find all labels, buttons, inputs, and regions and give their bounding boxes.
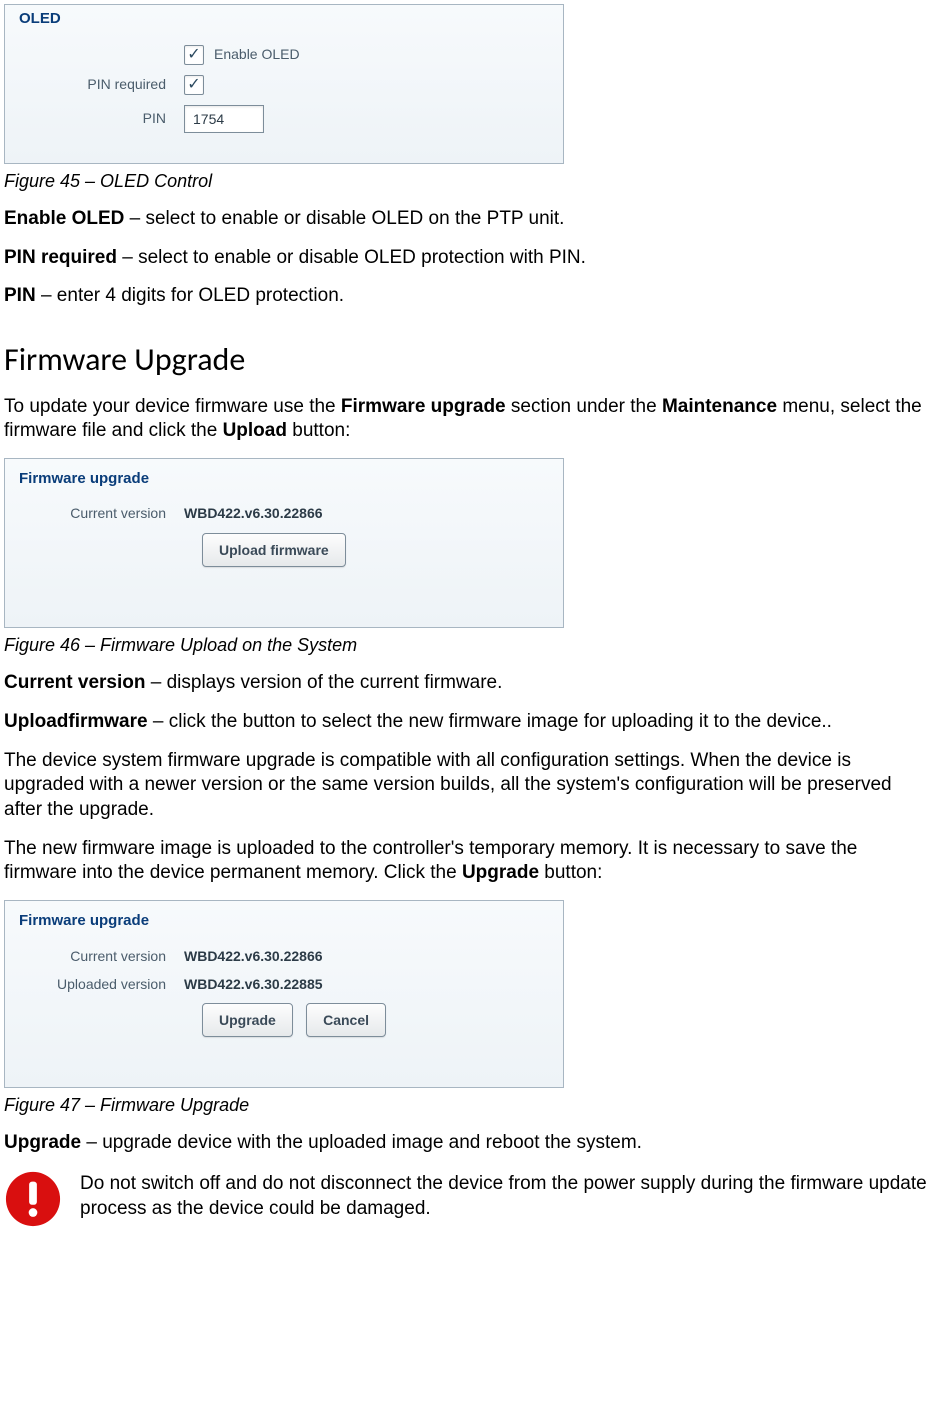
uploaded-version-label: Uploaded version (19, 975, 184, 993)
checkmark-icon: ✓ (187, 77, 200, 93)
upload-firmware-desc: Uploadfirmware – click the button to sel… (4, 710, 933, 735)
uploaded-version-row: Uploaded version WBD422.v6.30.22885 (19, 975, 549, 993)
current-version-row-2: Current version WBD422.v6.30.22866 (19, 947, 549, 965)
oled-panel: OLED ✓ Enable OLED PIN required ✓ PIN (4, 4, 564, 164)
current-version-value-2: WBD422.v6.30.22866 (184, 947, 323, 965)
oled-panel-title: OLED (19, 9, 549, 29)
firmware-upgrade-title: Firmware upgrade (19, 911, 549, 931)
pin-required-row: PIN required ✓ (19, 75, 549, 95)
current-version-row: Current version WBD422.v6.30.22866 (19, 504, 549, 522)
warning-text: Do not switch off and do not disconnect … (80, 1170, 933, 1221)
pin-row: PIN (19, 105, 549, 133)
pin-label: PIN (19, 109, 184, 127)
figure-45-caption: Figure 45 – OLED Control (4, 170, 933, 193)
enable-oled-desc: Enable OLED – select to enable or disabl… (4, 207, 933, 232)
firmware-upload-panel: Firmware upgrade Current version WBD422.… (4, 458, 564, 628)
firmware-upgrade-heading: Firmware Upgrade (4, 339, 933, 381)
figure-46-caption: Figure 46 – Firmware Upload on the Syste… (4, 634, 933, 657)
current-version-label-2: Current version (19, 947, 184, 965)
newimg-desc: The new firmware image is uploaded to th… (4, 837, 933, 886)
pin-input[interactable] (184, 105, 264, 133)
pin-desc: PIN – enter 4 digits for OLED protection… (4, 284, 933, 309)
pin-required-checkbox[interactable]: ✓ (184, 75, 204, 95)
warning-row: Do not switch off and do not disconnect … (4, 1170, 933, 1228)
upgrade-desc: Upgrade – upgrade device with the upload… (4, 1131, 933, 1156)
firmware-upgrade-panel: Firmware upgrade Current version WBD422.… (4, 900, 564, 1088)
upload-firmware-button[interactable]: Upload firmware (202, 533, 346, 567)
current-version-value: WBD422.v6.30.22866 (184, 504, 323, 522)
enable-oled-label: Enable OLED (214, 45, 300, 63)
current-version-desc: Current version – displays version of th… (4, 671, 933, 696)
cancel-button[interactable]: Cancel (306, 1003, 386, 1037)
pin-required-label: PIN required (19, 75, 184, 93)
figure-47-caption: Figure 47 – Firmware Upgrade (4, 1094, 933, 1117)
firmware-upload-title: Firmware upgrade (19, 469, 549, 489)
uploaded-version-value: WBD422.v6.30.22885 (184, 975, 323, 993)
enable-oled-row: ✓ Enable OLED (19, 45, 549, 65)
current-version-label: Current version (19, 504, 184, 522)
firmware-intro: To update your device firmware use the F… (4, 395, 933, 444)
pin-required-desc: PIN required – select to enable or disab… (4, 246, 933, 271)
checkmark-icon: ✓ (187, 47, 200, 63)
compat-desc: The device system firmware upgrade is co… (4, 749, 933, 823)
enable-oled-checkbox[interactable]: ✓ (184, 45, 204, 65)
upgrade-button[interactable]: Upgrade (202, 1003, 293, 1037)
warning-icon (4, 1170, 62, 1228)
